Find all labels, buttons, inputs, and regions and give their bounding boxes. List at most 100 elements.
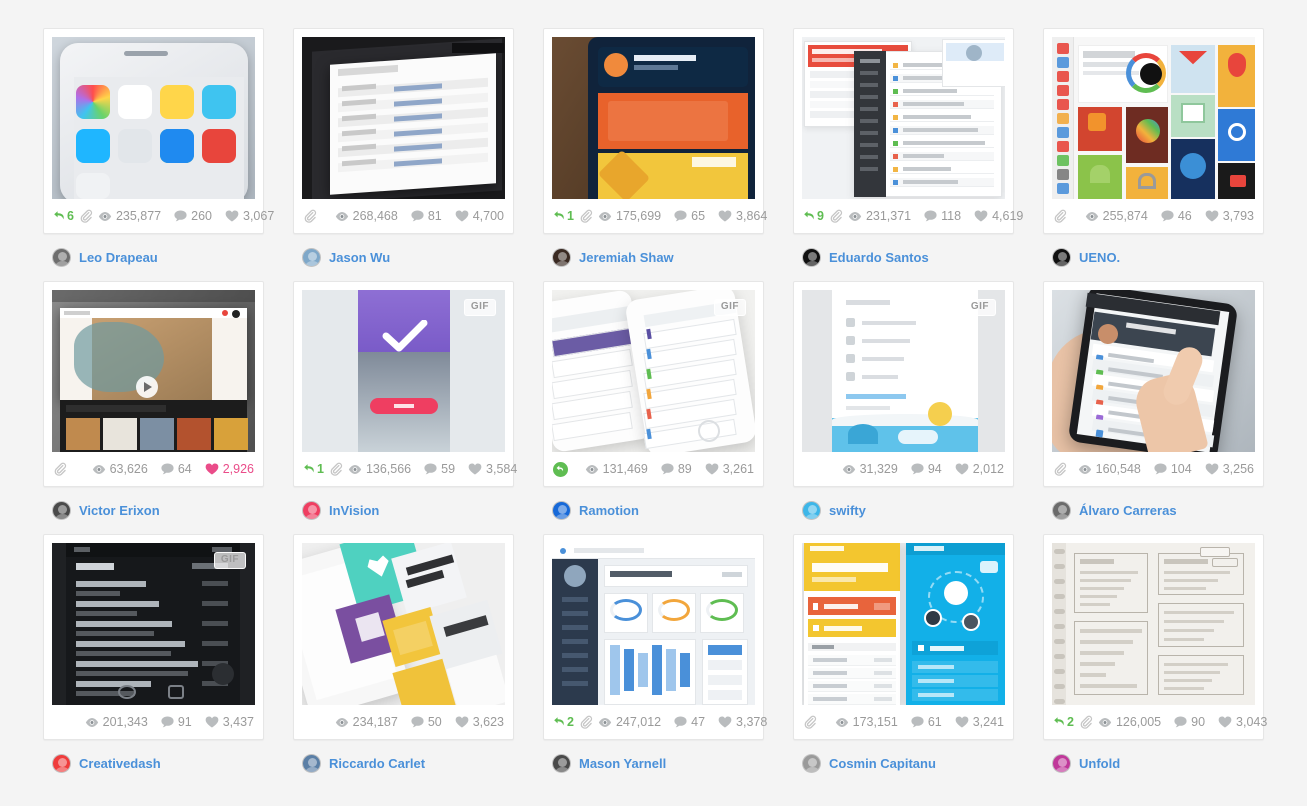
likes-stat[interactable]: 2,012 — [955, 462, 1004, 476]
likes-stat[interactable]: 3,584 — [468, 462, 517, 476]
attachment-indicator[interactable] — [579, 715, 593, 729]
rebound-count-group[interactable]: 9 — [803, 209, 824, 223]
likes-stat[interactable]: 3,043 — [1218, 715, 1267, 729]
attachment-indicator[interactable] — [79, 209, 93, 223]
author-name[interactable]: Álvaro Carreras — [1079, 503, 1177, 518]
author-name[interactable]: Jeremiah Shaw — [579, 250, 674, 265]
comments-stat[interactable]: 61 — [911, 715, 942, 729]
likes-stat[interactable]: 3,378 — [718, 715, 767, 729]
author-name[interactable]: Riccardo Carlet — [329, 756, 425, 771]
comments-stat[interactable]: 59 — [424, 462, 455, 476]
author-name[interactable]: Victor Erixon — [79, 503, 160, 518]
author-name[interactable]: Unfold — [1079, 756, 1120, 771]
author-name[interactable]: UENO. — [1079, 250, 1120, 265]
shot-card[interactable]: 1 175,699 65 3,864 — [543, 28, 767, 234]
avatar[interactable] — [302, 248, 321, 267]
avatar[interactable] — [552, 754, 571, 773]
author-name[interactable]: Ramotion — [579, 503, 639, 518]
shot-card[interactable]: GIF 1 136,566 59 3,584 — [293, 281, 517, 487]
comments-stat[interactable]: 90 — [1174, 715, 1205, 729]
avatar[interactable] — [52, 754, 71, 773]
shot-card[interactable]: 2 126,005 90 3,043 — [1043, 534, 1267, 740]
shot-thumbnail[interactable] — [52, 290, 255, 452]
comments-stat[interactable]: 104 — [1154, 462, 1192, 476]
attachment-indicator[interactable] — [803, 715, 817, 729]
rebound-count-group[interactable]: 2 — [553, 715, 574, 729]
shot-card[interactable]: 268,468 81 4,700 — [293, 28, 514, 234]
avatar[interactable] — [52, 248, 71, 267]
author-name[interactable]: Jason Wu — [329, 250, 390, 265]
rebound-indicator[interactable] — [553, 461, 568, 477]
avatar[interactable] — [802, 754, 821, 773]
author-name[interactable]: Eduardo Santos — [829, 250, 929, 265]
comments-stat[interactable]: 81 — [411, 209, 442, 223]
author-name[interactable]: Mason Yarnell — [579, 756, 666, 771]
attachment-indicator[interactable] — [303, 209, 317, 223]
attachment-indicator[interactable] — [1053, 209, 1067, 223]
shot-thumbnail[interactable]: GIF — [552, 290, 755, 452]
rebound-count-group[interactable]: 1 — [303, 462, 324, 476]
shot-thumbnail[interactable] — [1052, 543, 1255, 705]
attachment-indicator[interactable] — [1053, 462, 1067, 476]
shot-thumbnail[interactable] — [52, 37, 255, 199]
shot-card[interactable]: 2 247,012 47 3,378 — [543, 534, 767, 740]
shot-card[interactable]: GIF 201,343 91 3,437 — [43, 534, 264, 740]
shot-card[interactable]: 63,626 64 2,926 — [43, 281, 264, 487]
shot-card[interactable]: 6 235,877 260 3,067 — [43, 28, 274, 234]
avatar[interactable] — [1052, 501, 1071, 520]
avatar[interactable] — [1052, 754, 1071, 773]
author-name[interactable]: swifty — [829, 503, 866, 518]
likes-stat[interactable]: 3,437 — [205, 715, 254, 729]
shot-card[interactable]: 234,187 50 3,623 — [293, 534, 514, 740]
comments-stat[interactable]: 47 — [674, 715, 705, 729]
comments-stat[interactable]: 64 — [161, 462, 192, 476]
avatar[interactable] — [802, 248, 821, 267]
shot-thumbnail[interactable]: GIF — [802, 290, 1005, 452]
likes-stat[interactable]: 3,793 — [1205, 209, 1254, 223]
comments-stat[interactable]: 118 — [924, 209, 961, 223]
shot-card[interactable]: 160,548 104 3,256 — [1043, 281, 1264, 487]
likes-stat[interactable]: 3,864 — [718, 209, 767, 223]
shot-card[interactable]: GIF 131,469 89 3,261 — [543, 281, 764, 487]
author-name[interactable]: Leo Drapeau — [79, 250, 158, 265]
avatar[interactable] — [302, 501, 321, 520]
attachment-indicator[interactable] — [829, 209, 843, 223]
shot-thumbnail[interactable] — [802, 37, 1005, 199]
likes-stat[interactable]: 4,700 — [455, 209, 504, 223]
likes-stat[interactable]: 3,067 — [225, 209, 274, 223]
comments-stat[interactable]: 91 — [161, 715, 192, 729]
attachment-indicator[interactable] — [53, 462, 67, 476]
likes-stat[interactable]: 4,619 — [974, 209, 1023, 223]
avatar[interactable] — [1052, 248, 1071, 267]
shot-card[interactable]: 9 231,371 118 4,619 — [793, 28, 1023, 234]
shot-thumbnail[interactable] — [1052, 290, 1255, 452]
comments-stat[interactable]: 46 — [1161, 209, 1192, 223]
likes-stat[interactable]: 2,926 — [205, 462, 254, 476]
avatar[interactable] — [802, 501, 821, 520]
comments-stat[interactable]: 260 — [174, 209, 212, 223]
shot-thumbnail[interactable]: GIF — [302, 290, 505, 452]
shot-thumbnail[interactable] — [552, 543, 755, 705]
attachment-indicator[interactable] — [329, 462, 343, 476]
comments-stat[interactable]: 65 — [674, 209, 705, 223]
avatar[interactable] — [302, 754, 321, 773]
attachment-indicator[interactable] — [579, 209, 593, 223]
avatar[interactable] — [552, 501, 571, 520]
likes-stat[interactable]: 3,256 — [1205, 462, 1254, 476]
shot-card[interactable]: 255,874 46 3,793 — [1043, 28, 1264, 234]
shot-thumbnail[interactable] — [1052, 37, 1255, 199]
avatar[interactable] — [52, 501, 71, 520]
shot-thumbnail[interactable] — [552, 37, 755, 199]
shot-card[interactable]: GIF 31,329 94 2,012 — [793, 281, 1014, 487]
shot-thumbnail[interactable]: GIF — [52, 543, 255, 705]
shot-card[interactable]: 173,151 61 3,241 — [793, 534, 1014, 740]
comments-stat[interactable]: 50 — [411, 715, 442, 729]
shot-thumbnail[interactable] — [302, 543, 505, 705]
likes-stat[interactable]: 3,623 — [455, 715, 504, 729]
comments-stat[interactable]: 89 — [661, 462, 692, 476]
shot-thumbnail[interactable] — [302, 37, 505, 199]
rebound-count-group[interactable]: 6 — [53, 209, 74, 223]
rebound-count-group[interactable]: 1 — [553, 209, 574, 223]
rebound-count-group[interactable]: 2 — [1053, 715, 1074, 729]
likes-stat[interactable]: 3,261 — [705, 462, 754, 476]
